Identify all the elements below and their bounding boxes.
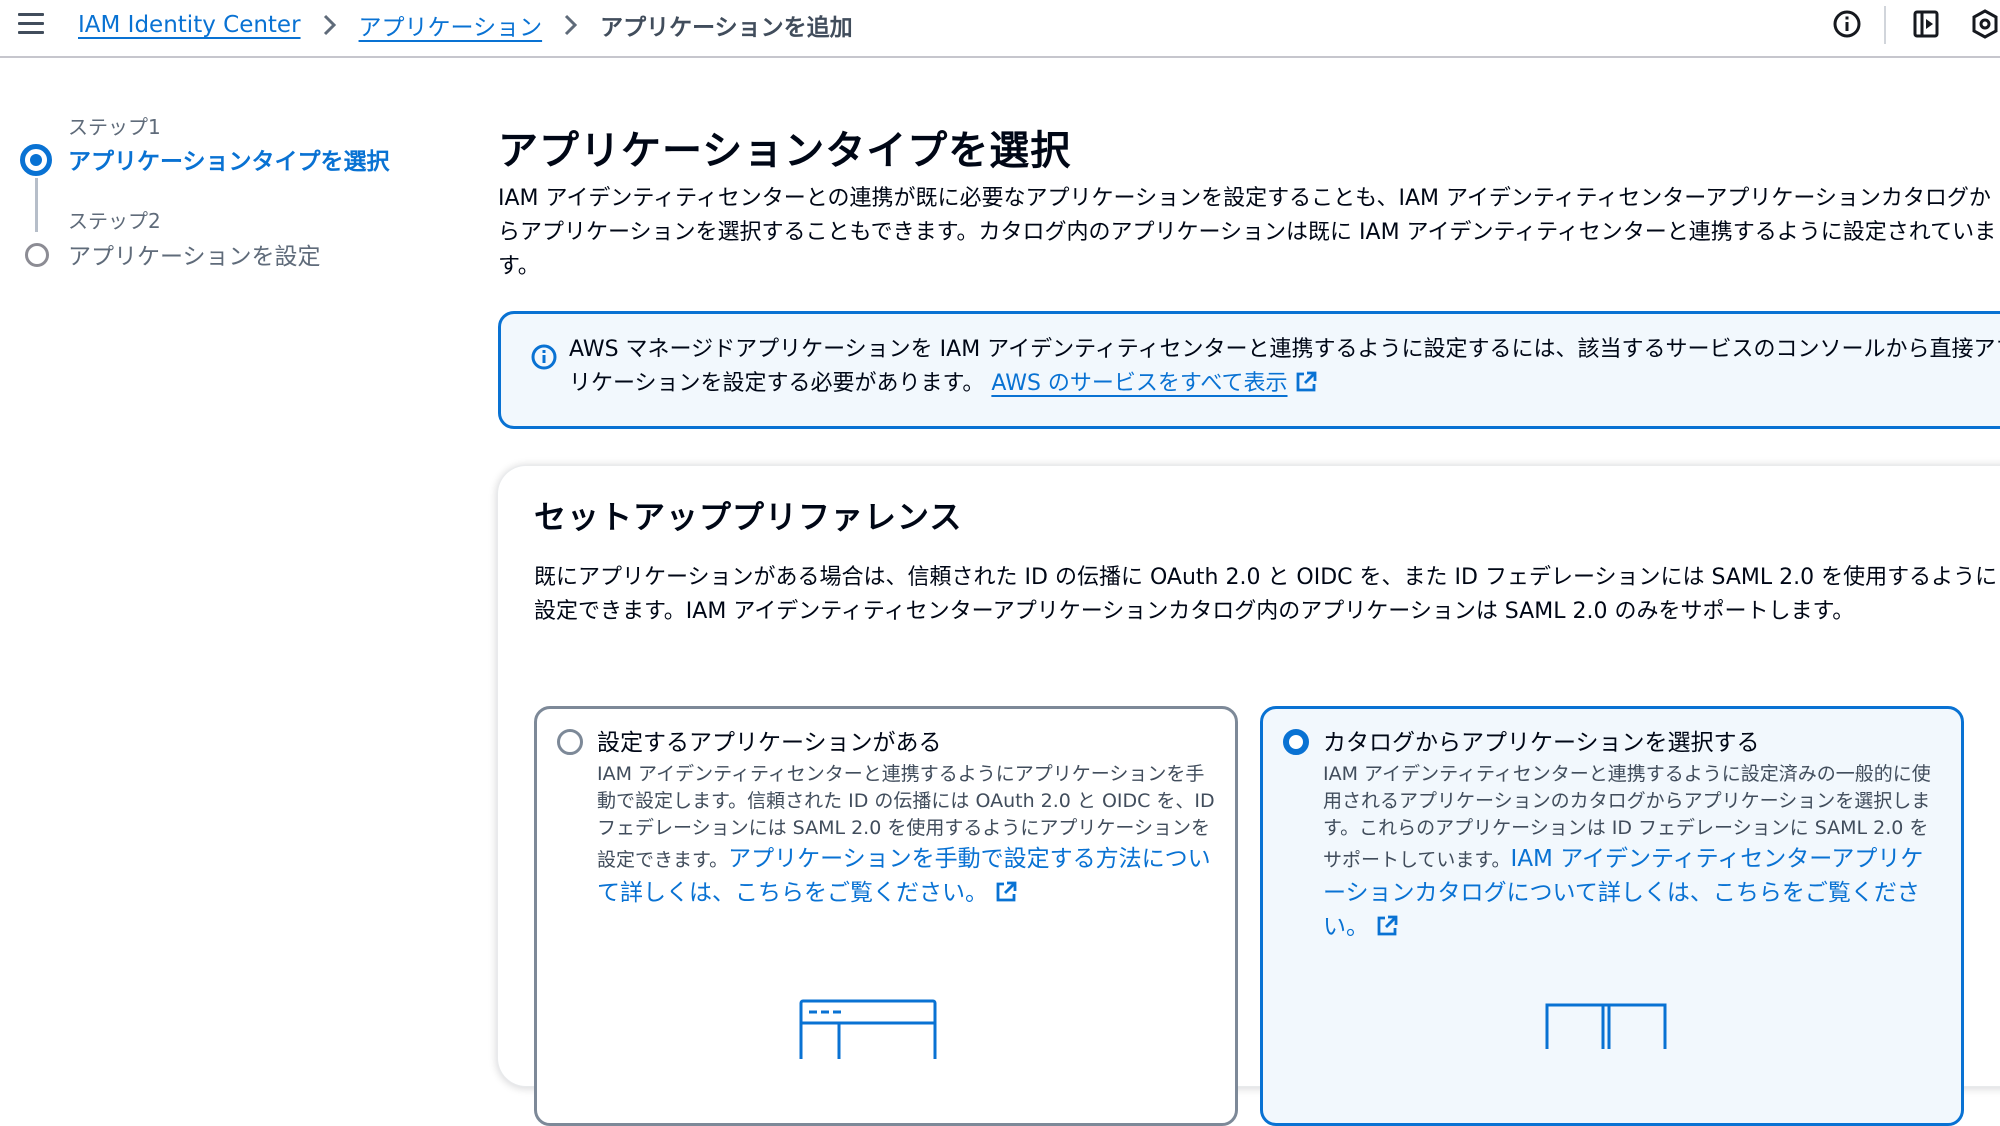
setup-preference-description: 既にアプリケーションがある場合は、信頼された ID の伝播に OAuth 2.0…: [534, 565, 1998, 624]
step-2-title[interactable]: アプリケーションを設定: [68, 237, 321, 271]
settings-icon[interactable]: [1968, 7, 2000, 41]
step-1-title: アプリケーションタイプを選択: [68, 149, 390, 175]
toolbar-divider: [1884, 6, 1886, 44]
application-catalog-illustration-icon: [1545, 1003, 1667, 1049]
option-tile-have-application[interactable]: 設定するアプリケーションがある IAM アイデンティティセンターと連携するように…: [534, 706, 1238, 1126]
option-description: IAM アイデンティティセンターと連携するようにアプリケーションを手動で設定しま…: [597, 761, 1217, 910]
step-1-active-indicator-icon: [20, 144, 52, 176]
step-2-inactive-indicator-icon: [25, 243, 49, 267]
page-title: アプリケーションタイプを選択: [498, 128, 1072, 174]
option-description: IAM アイデンティティセンターと連携するように設定済みの一般的に使用されるアプ…: [1323, 761, 1943, 944]
breadcrumb-add-application: アプリケーションを追加: [600, 15, 853, 41]
external-link-icon[interactable]: [1375, 914, 1399, 938]
info-icon[interactable]: [1830, 7, 1864, 41]
application-window-illustration-icon: [799, 999, 937, 1059]
info-alert: AWS マネージドアプリケーションを IAM アイデンティティセンターと連携する…: [498, 311, 2000, 429]
option-label[interactable]: カタログからアプリケーションを選択する: [1323, 723, 1760, 757]
view-all-aws-services-link[interactable]: AWS のサービスをすべて表示: [991, 371, 1287, 396]
radio-unselected-icon[interactable]: [557, 729, 583, 755]
setup-preference-title: セットアッププリファレンス: [534, 498, 963, 536]
page-description: IAM アイデンティティセンターとの連携が既に必要なアプリケーションを設定するこ…: [498, 186, 1997, 279]
external-link-icon[interactable]: [1294, 370, 1318, 394]
external-link-icon[interactable]: [994, 880, 1018, 904]
alert-message: AWS マネージドアプリケーションを IAM アイデンティティセンターと連携する…: [569, 333, 2000, 401]
info-icon: [531, 344, 557, 370]
wizard-navigation: ステップ1 アプリケーションタイプを選択 ステップ2 アプリケーションを設定: [0, 0, 440, 270]
step-2-label: ステップ2: [68, 209, 161, 233]
setup-preference-container: セットアッププリファレンス 既にアプリケーションがある場合は、信頼された ID …: [498, 466, 2000, 1126]
option-label[interactable]: 設定するアプリケーションがある: [597, 723, 942, 757]
radio-selected-icon[interactable]: [1283, 729, 1309, 755]
step-connector: [35, 178, 38, 232]
panel-icon[interactable]: [1909, 7, 1943, 41]
chevron-right-icon: [565, 14, 578, 36]
step-1-label: ステップ1: [68, 115, 161, 139]
option-tile-select-from-catalog[interactable]: カタログからアプリケーションを選択する IAM アイデンティティセンターと連携す…: [1260, 706, 1964, 1126]
